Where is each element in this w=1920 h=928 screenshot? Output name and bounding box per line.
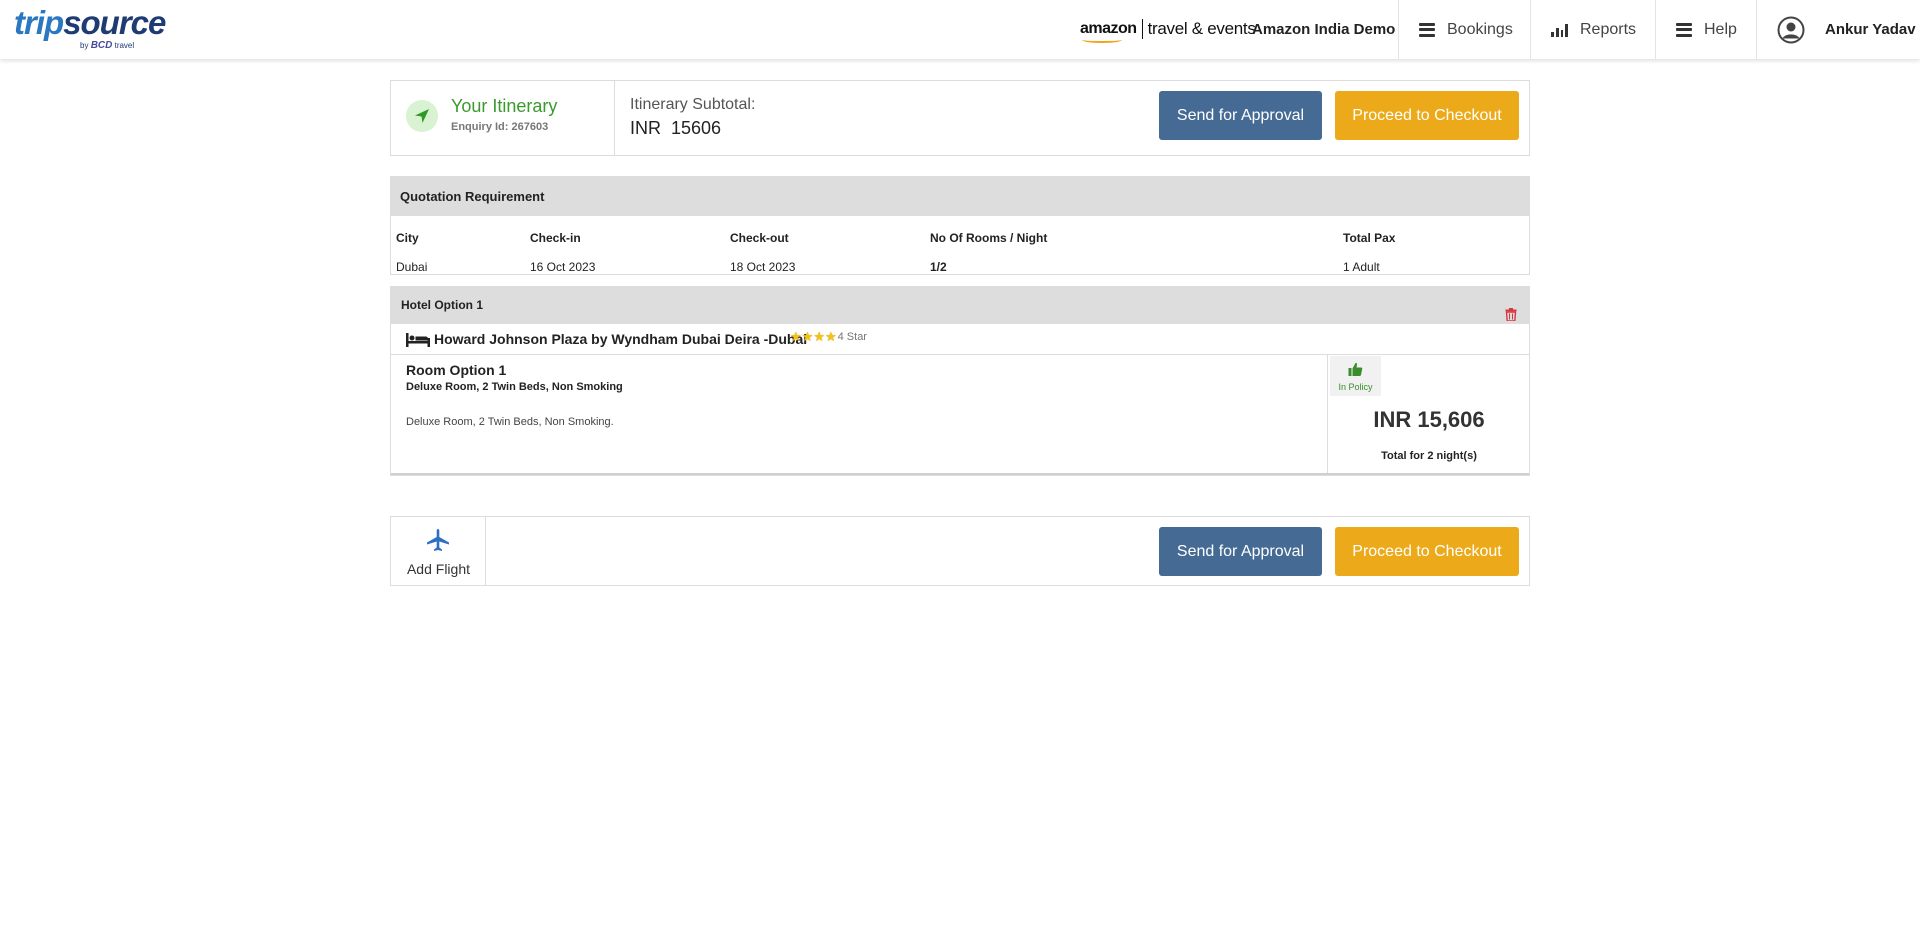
hotel-name[interactable]: Howard Johnson Plaza by Wyndham Dubai De… [434,331,807,347]
subtotal-value: INR 15606 [630,118,722,138]
hotel-option-card: Hotel Option 1 Howard Johnson Plaza by W… [390,286,1530,476]
company-name: Amazon India Demo [1252,21,1396,38]
bottom-actions: Add Flight Send for Approval Proceed to … [390,516,1530,586]
cell-city: Dubai [396,260,428,274]
enquiry-id: Enquiry Id: 267603 [451,121,549,133]
star-icon: ★ [790,329,802,344]
proceed-to-checkout-button[interactable]: Proceed to Checkout [1335,91,1519,140]
col-header-total-pax: Total Pax [1343,231,1396,245]
cell-checkin: 16 Oct 2023 [530,260,596,274]
partner-logo: amazon travel & events [1080,17,1256,43]
col-header-checkout: Check-out [730,231,789,245]
cell-checkout: 18 Oct 2023 [730,260,796,274]
logo-travel-text: travel [114,41,135,50]
partner-divider [1141,19,1143,39]
price-note: Total for 2 night(s) [1381,450,1477,462]
bed-icon [406,333,430,352]
col-header-city: City [396,231,419,245]
room-option-title: Room Option 1 [406,362,507,378]
room-details: Room Option 1 Deluxe Room, 2 Twin Beds, … [391,355,1328,475]
room-price-panel: In Policy INR 15,606 Total for 2 night(s… [1329,355,1529,475]
col-header-rooms-nights: No Of Rooms / Night [930,231,1048,245]
itinerary-title: Your Itinerary [451,96,558,116]
add-flight-label: Add Flight [406,561,471,577]
nav-bookings[interactable]: Bookings [1398,0,1530,59]
add-flight-button[interactable]: Add Flight [391,517,486,585]
itinerary-summary: Your Itinerary Enquiry Id: 267603 Itiner… [390,80,1530,156]
policy-label: In Policy [1338,382,1373,392]
amazon-smile-icon [1082,37,1122,43]
logo-source-text: source [63,4,166,41]
nav-reports-label: Reports [1580,20,1637,38]
hamburger-icon [1676,22,1692,37]
col-header-checkin: Check-in [530,231,581,245]
user-name[interactable]: Ankur Yadav [1825,21,1916,38]
nav-help-label: Help [1704,20,1737,38]
logo-subtitle: by BCD travel [80,40,134,51]
amazon-wordmark: amazon [1080,20,1137,43]
quotation-requirement: Quotation Requirement City Check-in Chec… [390,176,1530,275]
nav-reports[interactable]: Reports [1530,0,1655,59]
tripsource-logo[interactable]: tripsource by BCD travel [14,4,166,52]
nav-help[interactable]: Help [1655,0,1756,59]
hamburger-icon [1419,22,1435,37]
room-option: Room Option 1 Deluxe Room, 2 Twin Beds, … [391,355,1529,475]
thumbs-up-icon [1348,362,1363,376]
amazon-text: amazon [1080,20,1137,37]
policy-badge: In Policy [1330,356,1381,396]
logo-bcd-text: BCD [90,40,113,51]
hotel-option-title: Hotel Option 1 [401,298,483,312]
logo-wordmark: tripsource [14,4,166,41]
itinerary-header: Your Itinerary Enquiry Id: 267603 [391,81,615,155]
proceed-to-checkout-button-bottom[interactable]: Proceed to Checkout [1335,527,1519,576]
send-for-approval-button[interactable]: Send for Approval [1159,91,1322,140]
quotation-table: City Check-in Check-out No Of Rooms / Ni… [391,216,1529,274]
logo-by-text: by [80,41,89,50]
logo-trip-text: trip [14,4,64,41]
star-icon: ★ [801,329,814,344]
send-for-approval-button-bottom[interactable]: Send for Approval [1159,527,1322,576]
cell-rooms-nights: 1/2 [930,260,947,274]
cell-total-pax: 1 Adult [1343,260,1380,274]
hotel-option-header: Hotel Option 1 [391,287,1529,324]
user-avatar-icon [1777,16,1805,44]
star-rating: ★ ★ ★ ★ 4 Star [790,330,867,344]
plane-icon [427,529,449,551]
location-arrow-icon [406,100,438,132]
reports-icon [1551,23,1568,37]
travel-events-text: travel & events [1147,19,1256,38]
star-label: 4 Star [837,331,867,343]
room-divider [391,473,1529,475]
nav-bookings-label: Bookings [1447,20,1513,38]
room-type: Deluxe Room, 2 Twin Beds, Non Smoking [406,381,623,393]
hotel-name-row: Howard Johnson Plaza by Wyndham Dubai De… [391,324,1529,355]
star-icon: ★ [813,329,825,344]
subtotal-label: Itinerary Subtotal: [630,96,756,113]
room-price: INR 15,606 [1373,407,1485,432]
quotation-title: Quotation Requirement [391,177,1529,216]
star-icon: ★ [824,329,837,344]
room-description: Deluxe Room, 2 Twin Beds, Non Smoking. [406,416,614,428]
top-header: tripsource by BCD travel amazon travel &… [0,0,1920,59]
